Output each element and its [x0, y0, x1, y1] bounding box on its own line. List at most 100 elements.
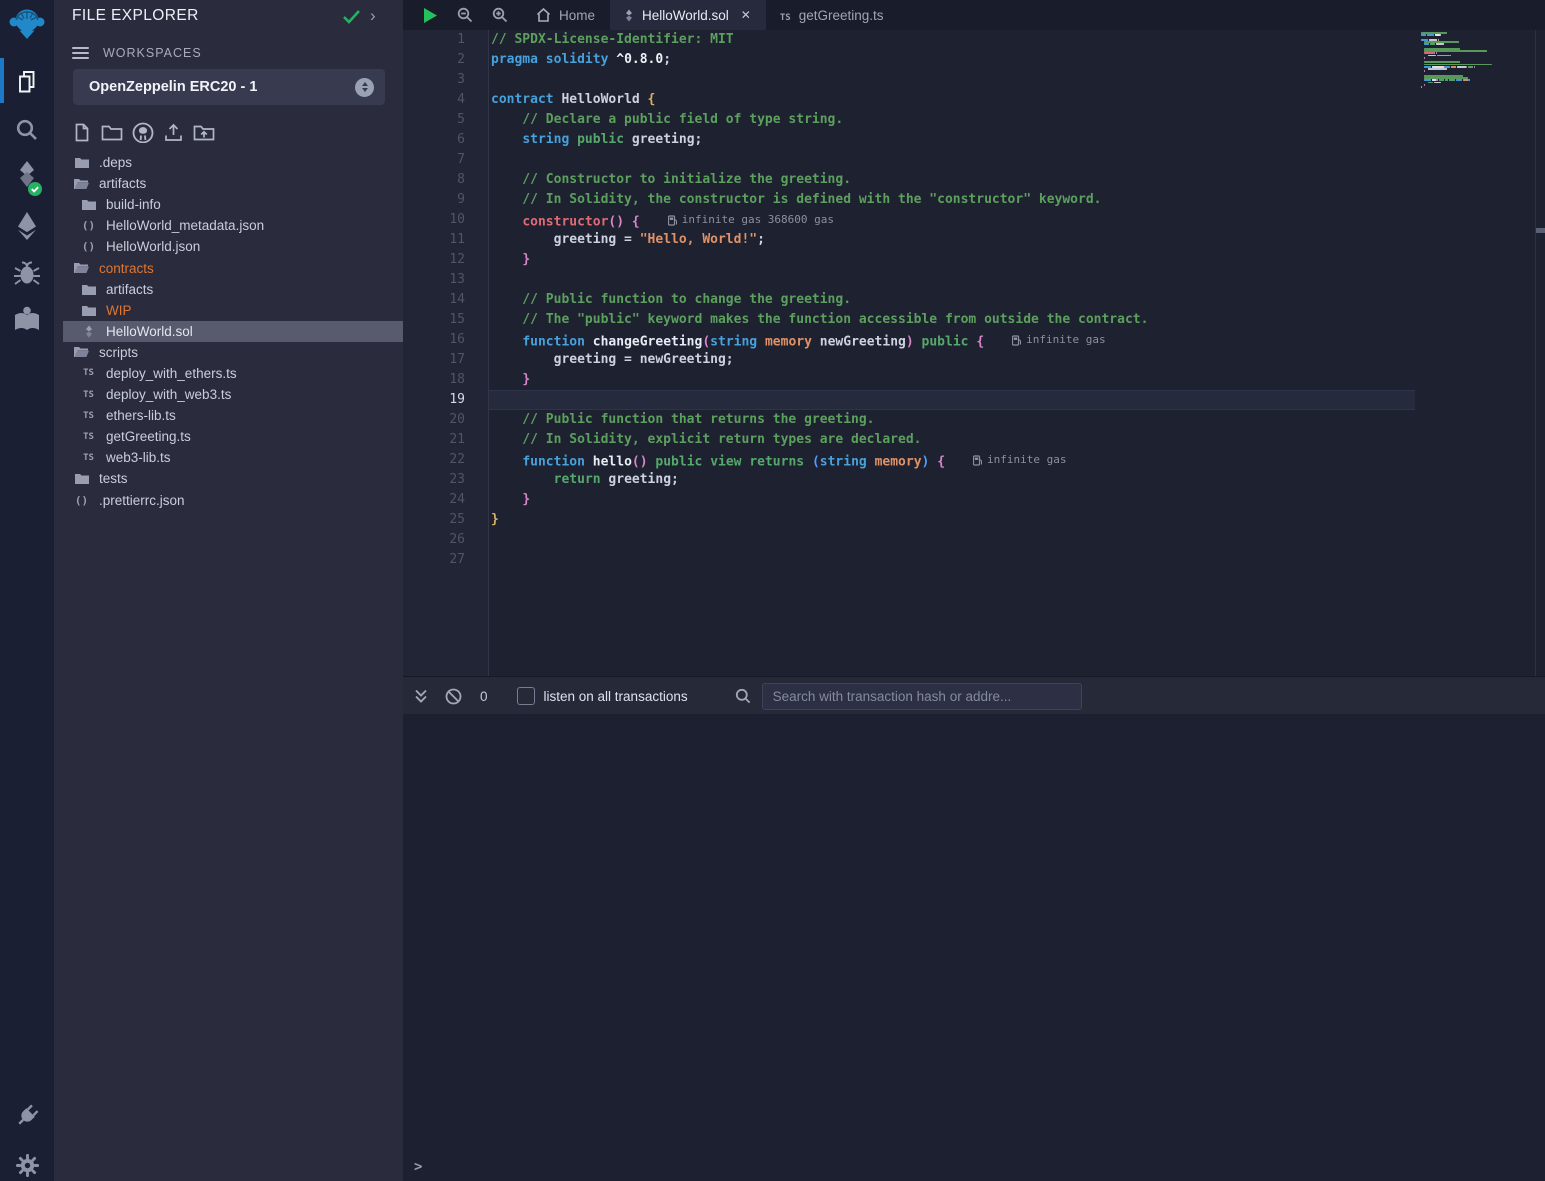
line-number: 20: [403, 410, 488, 430]
code-line-6[interactable]: string public greeting;: [488, 130, 1415, 150]
terminal-clear-icon[interactable]: [445, 688, 462, 705]
learneth-book-icon[interactable]: [0, 302, 54, 336]
code-line-1[interactable]: // SPDX-License-Identifier: MIT: [488, 30, 1415, 50]
terminal-output[interactable]: >: [403, 714, 1545, 1181]
terminal-toolbar: 0 listen on all transactions: [403, 676, 1545, 715]
tree-item-contracts[interactable]: contracts: [54, 257, 403, 278]
zoom-in-icon[interactable]: [492, 7, 508, 23]
minimap[interactable]: [1421, 32, 1535, 676]
tree-item-getgreeting-ts[interactable]: TSgetGreeting.ts: [54, 426, 403, 447]
code-line-19[interactable]: [488, 390, 1415, 410]
code-line-25[interactable]: }: [488, 510, 1415, 530]
solidity-icon: [80, 325, 97, 338]
code-line-15[interactable]: // The "public" keyword makes the functi…: [488, 310, 1415, 330]
tree-item-deploy-with-web3-ts[interactable]: TSdeploy_with_web3.ts: [54, 384, 403, 405]
tree-item-deploy-with-ethers-ts[interactable]: TSdeploy_with_ethers.ts: [54, 363, 403, 384]
code-line-9[interactable]: // In Solidity, the constructor is defin…: [488, 190, 1415, 210]
tree-item-helloworld-metadata-json[interactable]: ()HelloWorld_metadata.json: [54, 215, 403, 236]
code-line-3[interactable]: [488, 70, 1415, 90]
deploy-and-run-icon[interactable]: [0, 208, 54, 244]
tree-item--prettierrc-json[interactable]: ().prettierrc.json: [54, 490, 403, 511]
tree-item-label: WIP: [106, 303, 132, 318]
code-line-11[interactable]: greeting = "Hello, World!";: [488, 230, 1415, 250]
run-script-play-icon[interactable]: [423, 7, 438, 24]
tab-getgreeting-ts[interactable]: TSgetGreeting.ts: [766, 0, 899, 30]
code-line-8[interactable]: // Constructor to initialize the greetin…: [488, 170, 1415, 190]
tree-item-label: artifacts: [106, 282, 153, 297]
new-folder-icon[interactable]: [101, 123, 123, 142]
code-line-23[interactable]: return greeting;: [488, 470, 1415, 490]
settings-gear-icon[interactable]: [0, 1148, 54, 1181]
search-icon[interactable]: [0, 112, 54, 148]
tree-item-scripts[interactable]: scripts: [54, 342, 403, 363]
folder-icon: [80, 199, 97, 210]
code-line-27[interactable]: [488, 550, 1415, 570]
tab-helloworld-sol[interactable]: HelloWorld.sol✕: [610, 0, 766, 30]
editor-scrollbar[interactable]: [1535, 30, 1545, 676]
code-line-5[interactable]: // Declare a public field of type string…: [488, 110, 1415, 130]
code-editor[interactable]: 1234567891011121314151617181920212223242…: [403, 30, 1545, 676]
workspaces-label: WORKSPACES: [103, 46, 202, 60]
file-explorer-icon[interactable]: [0, 62, 54, 100]
tree-item-label: getGreeting.ts: [106, 429, 191, 444]
clone-github-icon[interactable]: [132, 122, 154, 143]
close-tab-icon[interactable]: ✕: [741, 8, 751, 22]
code-line-17[interactable]: greeting = newGreeting;: [488, 350, 1415, 370]
folder-icon: [73, 473, 90, 484]
tab-label: Home: [559, 8, 595, 23]
code-line-20[interactable]: // Public function that returns the gree…: [488, 410, 1415, 430]
code-line-2[interactable]: pragma solidity ^0.8.0;: [488, 50, 1415, 70]
upload-folder-icon[interactable]: [193, 123, 215, 142]
panel-title: FILE EXPLORER: [72, 7, 199, 25]
terminal-collapse-icon[interactable]: [414, 688, 428, 704]
scrollbar-thumb[interactable]: [1536, 228, 1545, 233]
tree-item-tests[interactable]: tests: [54, 468, 403, 489]
remix-ide-window: FILE EXPLORER › WORKSPACES OpenZeppelin …: [0, 0, 1545, 1181]
code-line-4[interactable]: contract HelloWorld {: [488, 90, 1415, 110]
remix-logo-icon[interactable]: [0, 5, 54, 47]
zoom-out-icon[interactable]: [457, 7, 473, 23]
editor-gutter[interactable]: 1234567891011121314151617181920212223242…: [403, 30, 489, 676]
code-line-24[interactable]: }: [488, 490, 1415, 510]
tree-item-artifacts[interactable]: artifacts: [54, 279, 403, 300]
tree-item-label: build-info: [106, 197, 161, 212]
code-line-10[interactable]: constructor() {infinite gas 368600 gas: [488, 210, 1415, 230]
panel-expand-chevron-icon[interactable]: ›: [370, 6, 376, 26]
code-line-21[interactable]: // In Solidity, explicit return types ar…: [488, 430, 1415, 450]
code-line-7[interactable]: [488, 150, 1415, 170]
tree-item-web3-lib-ts[interactable]: TSweb3-lib.ts: [54, 447, 403, 468]
tree-item-artifacts[interactable]: artifacts: [54, 173, 403, 194]
workspace-select[interactable]: OpenZeppelin ERC20 - 1: [73, 69, 385, 105]
code-line-12[interactable]: }: [488, 250, 1415, 270]
line-number: 18: [403, 370, 488, 390]
tree-item-helloworld-sol[interactable]: HelloWorld.sol: [63, 321, 403, 342]
line-number: 16: [403, 330, 488, 350]
tree-item-helloworld-json[interactable]: ()HelloWorld.json: [54, 236, 403, 257]
solidity-compiler-icon[interactable]: [0, 158, 54, 198]
tree-item-label: deploy_with_ethers.ts: [106, 366, 237, 381]
tab-home[interactable]: Home: [522, 0, 610, 30]
new-file-icon[interactable]: [72, 122, 92, 143]
code-line-26[interactable]: [488, 530, 1415, 550]
code-line-16[interactable]: function changeGreeting(string memory ne…: [488, 330, 1415, 350]
tree-item-wip[interactable]: WIP: [54, 300, 403, 321]
tree-item-ethers-lib-ts[interactable]: TSethers-lib.ts: [54, 405, 403, 426]
code-line-14[interactable]: // Public function to change the greetin…: [488, 290, 1415, 310]
listen-transactions-checkbox[interactable]: [517, 687, 535, 705]
code-line-22[interactable]: function hello() public view returns (st…: [488, 450, 1415, 470]
line-number: 27: [403, 550, 488, 570]
debugger-bug-icon[interactable]: [0, 255, 54, 291]
code-line-13[interactable]: [488, 270, 1415, 290]
editor-code[interactable]: // SPDX-License-Identifier: MITpragma so…: [488, 30, 1415, 676]
upload-file-icon[interactable]: [163, 122, 184, 143]
file-explorer-toolbar: [72, 122, 215, 143]
transaction-search-input[interactable]: [762, 683, 1082, 710]
listen-transactions-label[interactable]: listen on all transactions: [544, 689, 688, 704]
line-number: 14: [403, 290, 488, 310]
tree-item--deps[interactable]: .deps: [54, 152, 403, 173]
line-number: 10: [403, 210, 488, 230]
code-line-18[interactable]: }: [488, 370, 1415, 390]
tree-item-build-info[interactable]: build-info: [54, 194, 403, 215]
workspaces-menu-icon[interactable]: [72, 44, 89, 62]
plugin-manager-plug-icon[interactable]: [0, 1098, 54, 1134]
